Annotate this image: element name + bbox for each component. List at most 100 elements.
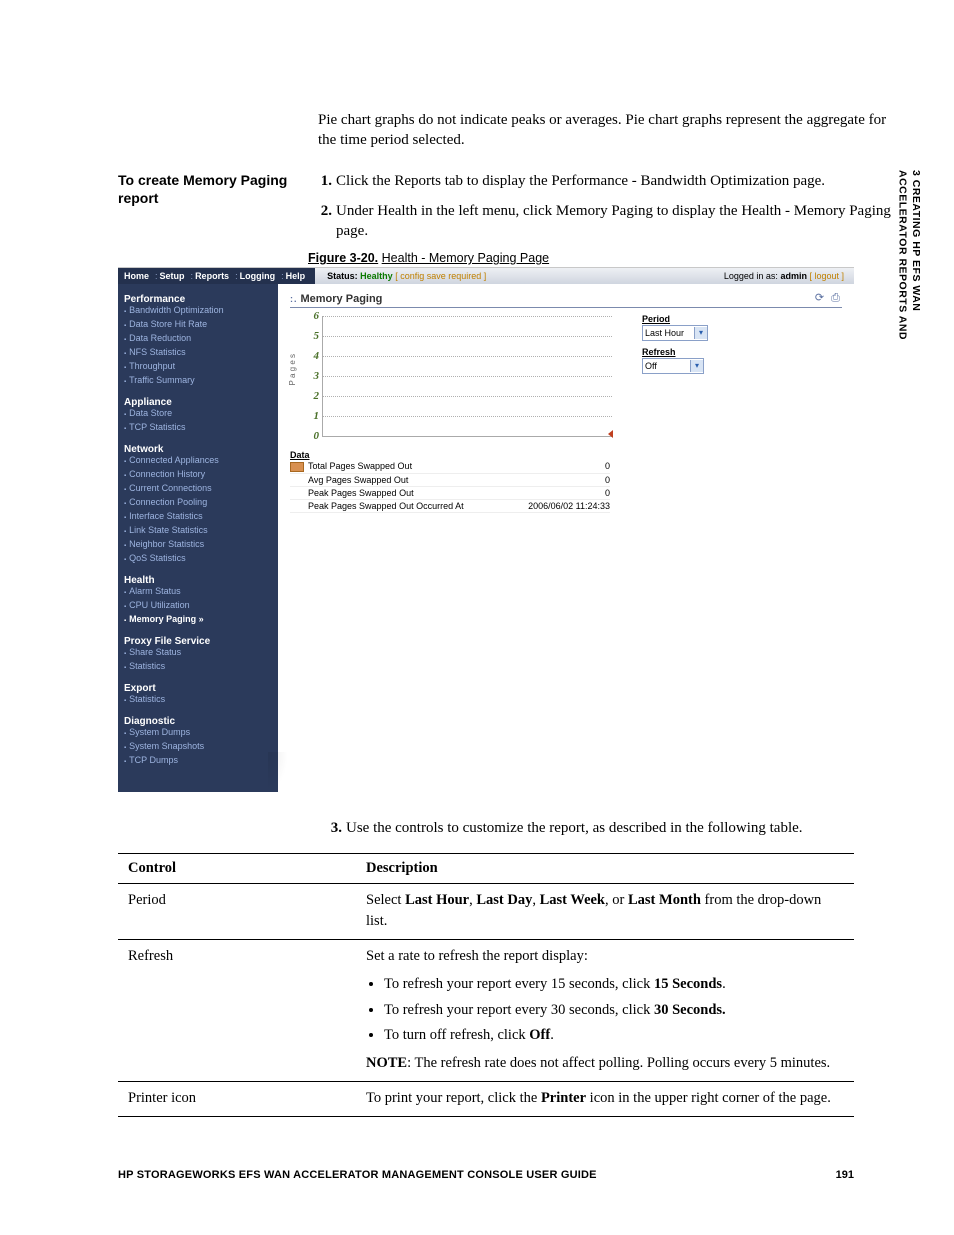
status-label: Status: <box>327 271 358 281</box>
sidebar-item[interactable]: Neighbor Statistics <box>124 539 272 553</box>
data-row-value: 0 <box>520 488 610 498</box>
sidebar-item[interactable]: Throughput <box>124 361 272 375</box>
data-row-label: Peak Pages Swapped Out Occurred At <box>308 501 520 511</box>
refresh-label: Refresh <box>642 347 732 357</box>
status-config-save[interactable]: [ config save required ] <box>395 271 486 281</box>
refresh-icon[interactable]: ⟳ <box>813 292 826 305</box>
data-table-header: Data <box>290 450 610 460</box>
table-row-printer: Printer icon To print your report, click… <box>118 1081 854 1116</box>
page-footer: HP STORAGEWORKS EFS WAN ACCELERATOR MANA… <box>118 1169 854 1181</box>
data-row-label: Avg Pages Swapped Out <box>308 475 520 485</box>
sidebar-item[interactable]: TCP Dumps <box>124 755 272 769</box>
step-3-text: Use the controls to customize the report… <box>346 818 894 838</box>
sidebar-item[interactable]: CPU Utilization <box>124 600 272 614</box>
cell-control-refresh: Refresh <box>118 940 356 1082</box>
refresh-select[interactable]: Off ▾ <box>642 358 704 374</box>
sidebar-category: Health <box>124 575 272 586</box>
figure-title: Health - Memory Paging Page <box>382 251 549 265</box>
chart-y-tick: 1 <box>305 410 319 422</box>
sidebar-item[interactable]: Bandwidth Optimization <box>124 305 272 319</box>
nav-logging[interactable]: Logging <box>240 271 276 281</box>
data-table-row: Peak Pages Swapped Out Occurred At2006/0… <box>290 500 610 513</box>
logout-link[interactable]: [ logout ] <box>809 271 844 281</box>
sidebar-category: Performance <box>124 294 272 305</box>
main-content-area: :. Memory Paging ⟳ ⎙ P a g e s 6543210 P… <box>278 284 854 792</box>
chart-gridline <box>323 356 612 357</box>
nav-reports[interactable]: Reports <box>195 271 229 281</box>
chart-y-tick: 2 <box>305 390 319 402</box>
legend-swatch-empty <box>290 501 304 511</box>
chapter-side-tab: 3 CREATING HP EFS WAN ACCELERATOR REPORT… <box>895 170 922 340</box>
sidebar-item[interactable]: Connected Appliances <box>124 455 272 469</box>
sidebar-item[interactable]: Data Store Hit Rate <box>124 319 272 333</box>
sidebar-item[interactable]: NFS Statistics <box>124 347 272 361</box>
period-label: Period <box>642 314 732 324</box>
sidebar-item[interactable]: System Dumps <box>124 727 272 741</box>
sidebar-category: Appliance <box>124 397 272 408</box>
sidebar-item[interactable]: Data Reduction <box>124 333 272 347</box>
sidebar-item[interactable]: QoS Statistics <box>124 553 272 567</box>
sidebar-item[interactable]: Memory Paging » <box>124 614 272 628</box>
screenshot-figure: Home: Setup: Reports: Logging: Help Stat… <box>118 267 854 792</box>
data-table-row: Peak Pages Swapped Out0 <box>290 487 610 500</box>
printer-icon[interactable]: ⎙ <box>829 292 842 305</box>
data-row-value: 0 <box>520 475 610 485</box>
data-row-value: 0 <box>520 461 610 472</box>
sidebar-item[interactable]: Traffic Summary <box>124 375 272 389</box>
sidebar-item[interactable]: Statistics <box>124 661 272 675</box>
nav-home[interactable]: Home <box>124 271 149 281</box>
title-ornament: :. <box>290 294 298 304</box>
sidebar-item[interactable]: Connection Pooling <box>124 497 272 511</box>
step-1-number: 1. <box>308 171 336 191</box>
status-value: Healthy <box>360 271 393 281</box>
data-table-row: Avg Pages Swapped Out0 <box>290 474 610 487</box>
sidebar-item[interactable]: Data Store <box>124 408 272 422</box>
sidebar-item[interactable]: Connection History <box>124 469 272 483</box>
controls-description-table: Control Description Period Select Last H… <box>118 853 854 1117</box>
step-2-number: 2. <box>308 201 336 242</box>
memory-paging-chart: P a g e s 6543210 <box>290 314 612 444</box>
sidebar-item[interactable]: Share Status <box>124 647 272 661</box>
step-3-number: 3. <box>318 818 346 838</box>
data-row-label: Peak Pages Swapped Out <box>308 488 520 498</box>
nav-help[interactable]: Help <box>286 271 306 281</box>
data-row-label: Total Pages Swapped Out <box>308 461 520 472</box>
section-heading: To create Memory Paging report <box>118 171 308 268</box>
nav-setup[interactable]: Setup <box>160 271 185 281</box>
sidebar-item[interactable]: Current Connections <box>124 483 272 497</box>
cell-desc-period: Select Last Hour, Last Day, Last Week, o… <box>356 883 854 940</box>
chevron-down-icon: ▾ <box>694 327 707 339</box>
sidebar-item[interactable]: Link State Statistics <box>124 525 272 539</box>
sidebar-category: Diagnostic <box>124 716 272 727</box>
th-description: Description <box>356 853 854 883</box>
sidebar-item[interactable]: System Snapshots <box>124 741 272 755</box>
chart-time-marker <box>608 430 613 438</box>
data-table-row: Total Pages Swapped Out0 <box>290 460 610 474</box>
period-select[interactable]: Last Hour ▾ <box>642 325 708 341</box>
chart-gridline <box>323 416 612 417</box>
data-row-value: 2006/06/02 11:24:33 <box>520 501 610 511</box>
page-title: Memory Paging <box>301 293 383 305</box>
chart-y-axis-label: P a g e s <box>288 354 297 385</box>
sidebar-category: Export <box>124 683 272 694</box>
figure-label: Figure 3-20. <box>308 251 378 265</box>
chart-gridline <box>323 336 612 337</box>
login-prefix: Logged in as: <box>724 271 778 281</box>
step-3: 3. Use the controls to customize the rep… <box>318 818 894 838</box>
side-tab-line2: ACCELERATOR REPORTS AND <box>896 170 908 340</box>
sidebar-item[interactable]: Statistics <box>124 694 272 708</box>
cell-desc-printer: To print your report, click the Printer … <box>356 1081 854 1116</box>
chart-grid: 6543210 <box>322 316 612 437</box>
figure-caption: Figure 3-20. Health - Memory Paging Page <box>308 251 894 265</box>
chart-gridline <box>323 376 612 377</box>
legend-swatch-empty <box>290 475 304 485</box>
table-row-period: Period Select Last Hour, Last Day, Last … <box>118 883 854 940</box>
chart-y-tick: 0 <box>305 430 319 442</box>
sidebar-item[interactable]: TCP Statistics <box>124 422 272 436</box>
sidebar-item[interactable]: Interface Statistics <box>124 511 272 525</box>
chart-controls: Period Last Hour ▾ Refresh Off ▾ <box>642 314 732 380</box>
sidebar-item[interactable]: Alarm Status <box>124 586 272 600</box>
step-1-text: Click the Reports tab to display the Per… <box>336 171 894 191</box>
cell-desc-refresh: Set a rate to refresh the report display… <box>356 940 854 1082</box>
chart-gridline <box>323 396 612 397</box>
